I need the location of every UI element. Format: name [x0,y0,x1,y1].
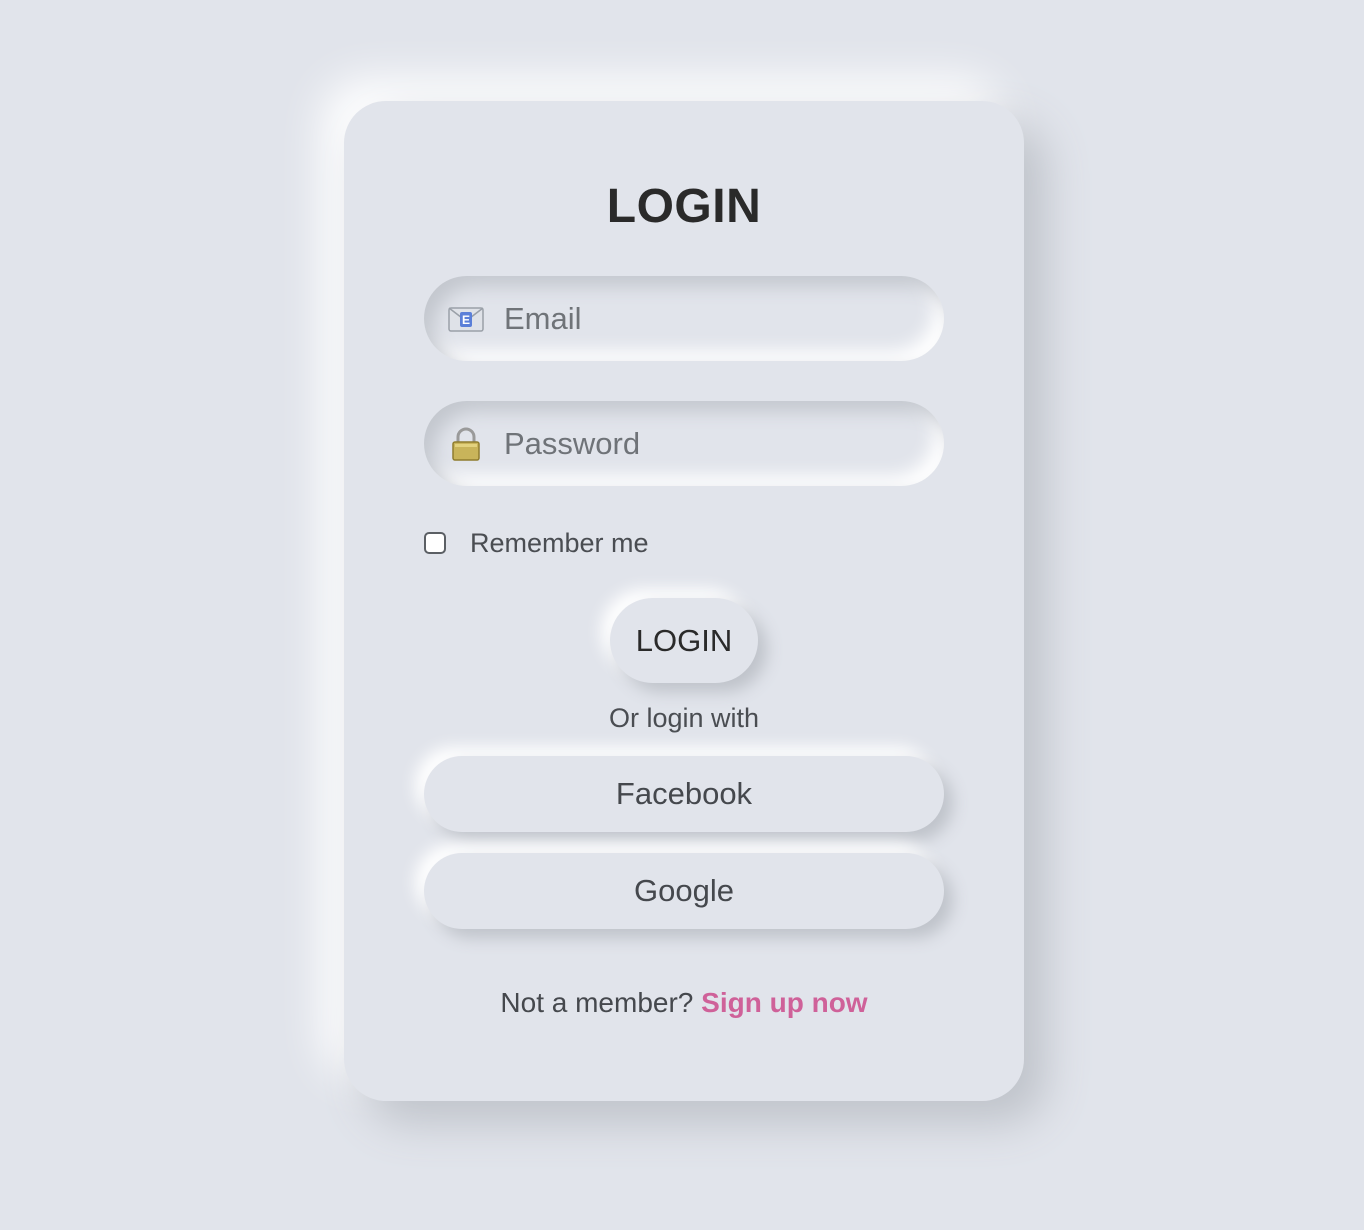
signup-prompt: Not a member? Sign up now [344,987,1024,1019]
google-login-button[interactable]: Google [424,853,944,929]
login-card: LOGIN E Remember me LOGIN Or login with … [344,101,1024,1101]
facebook-login-button[interactable]: Facebook [424,756,944,832]
remember-me-checkbox[interactable] [424,532,446,554]
login-button[interactable]: LOGIN [610,598,758,683]
remember-me[interactable]: Remember me [424,528,649,558]
lock-icon [448,427,484,461]
email-input[interactable] [504,276,924,361]
envelope-icon: E [448,302,484,336]
signup-link[interactable]: Sign up now [701,987,867,1018]
email-field[interactable]: E [424,276,944,361]
page-title: LOGIN [606,180,762,233]
or-login-with-text: Or login with [608,703,760,733]
svg-text:E: E [462,313,470,327]
remember-me-label: Remember me [470,527,649,558]
password-field[interactable] [424,401,944,486]
password-input[interactable] [504,401,924,486]
signup-prompt-text: Not a member? [500,987,694,1018]
